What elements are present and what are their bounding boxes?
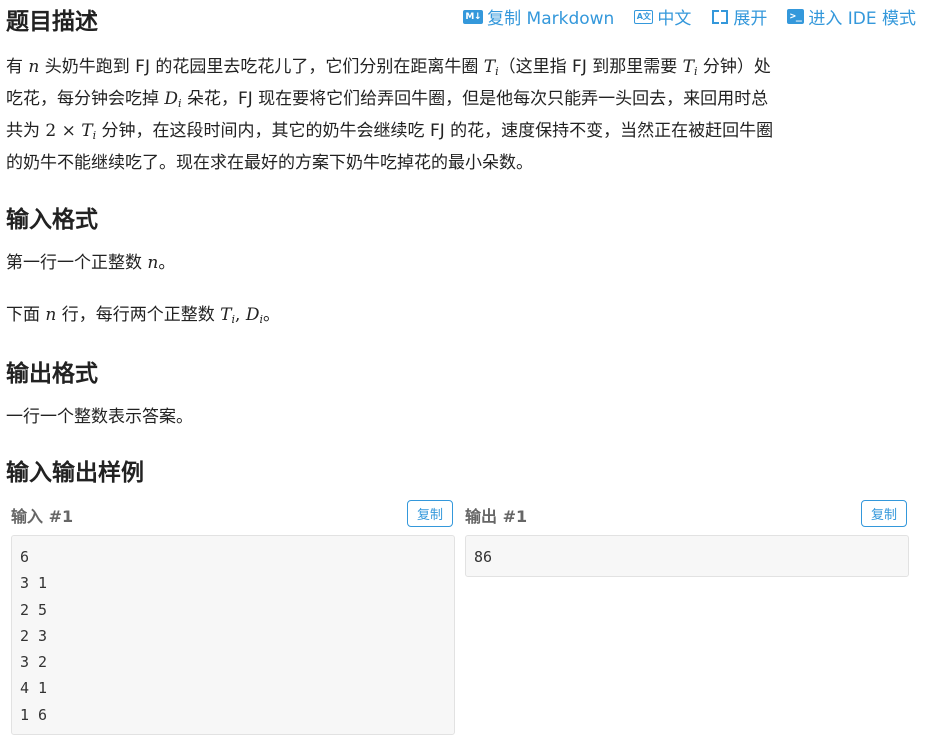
- sample-input-line: 1 6: [20, 705, 48, 724]
- sample-output-box[interactable]: 86: [465, 535, 909, 577]
- output-format-line-1: 一行一个整数表示答案。: [6, 407, 193, 427]
- heading-input-format: 输入格式: [6, 207, 98, 233]
- copy-markdown-button[interactable]: M↓ 复制 Markdown: [463, 4, 614, 29]
- sample-input-line: 3 1: [20, 574, 48, 593]
- problem-toolbar: M↓ 复制 Markdown A文 中文 展开 >_ 进入 IDE 模式: [463, 4, 916, 29]
- sample-output-label: 输出 #1: [465, 507, 528, 526]
- markdown-icon: M↓: [463, 9, 484, 24]
- input-format-line-2: 下面 n 行，每行两个正整数 Ti, Di。: [6, 305, 281, 326]
- description-line-2: 吃花，每分钟会吃掉 Di 朵花，FJ 现在要将它们给弄回牛圈，但是他每次只能弄一…: [6, 89, 769, 110]
- description-text: 有 n 头奶牛跑到 FJ 的花园里去吃花儿了，它们分别在距离牛圈 Ti（这里指 …: [6, 51, 918, 179]
- copy-output-button[interactable]: 复制: [861, 500, 907, 527]
- sample-input-label: 输入 #1: [11, 507, 74, 526]
- sample-input-line: 2 3: [20, 626, 48, 645]
- language-label: 中文: [657, 9, 692, 29]
- expand-label: 展开: [733, 9, 768, 29]
- sample-output-line: 86: [474, 548, 493, 566]
- sample-input-box[interactable]: 6 3 1 2 5 2 3 3 2 4 1 1 6: [11, 535, 455, 735]
- terminal-icon: >_: [787, 9, 805, 24]
- language-button[interactable]: A文 中文: [634, 4, 691, 29]
- input-format-line-1: 第一行一个正整数 n。: [6, 253, 176, 273]
- heading-output-format: 输出格式: [6, 361, 98, 387]
- expand-button[interactable]: 展开: [711, 4, 767, 29]
- sample-input-line: 2 5: [20, 600, 48, 619]
- description-line-3: 共为 2 × Ti 分钟，在这段时间内，其它的奶牛会继续吃 FJ 的花，速度保持…: [6, 121, 774, 142]
- sample-input-line: 3 2: [20, 653, 48, 672]
- description-line-1: 有 n 头奶牛跑到 FJ 的花园里去吃花儿了，它们分别在距离牛圈 Ti（这里指 …: [6, 57, 771, 78]
- description-line-4: 的奶牛不能继续吃了。现在求在最好的方案下奶牛吃掉花的最小朵数。: [6, 153, 533, 173]
- copy-markdown-label: 复制 Markdown: [487, 9, 615, 29]
- sample-input-line: 4 1: [20, 679, 48, 698]
- heading-samples: 输入输出样例: [6, 460, 144, 486]
- sample-input-line: 6: [20, 548, 30, 566]
- expand-icon: [711, 9, 729, 25]
- copy-input-button[interactable]: 复制: [407, 500, 453, 527]
- translate-icon: A文: [634, 9, 654, 24]
- heading-description: 题目描述: [6, 9, 98, 35]
- ide-mode-label: 进入 IDE 模式: [808, 9, 916, 29]
- ide-mode-button[interactable]: >_ 进入 IDE 模式: [787, 4, 916, 29]
